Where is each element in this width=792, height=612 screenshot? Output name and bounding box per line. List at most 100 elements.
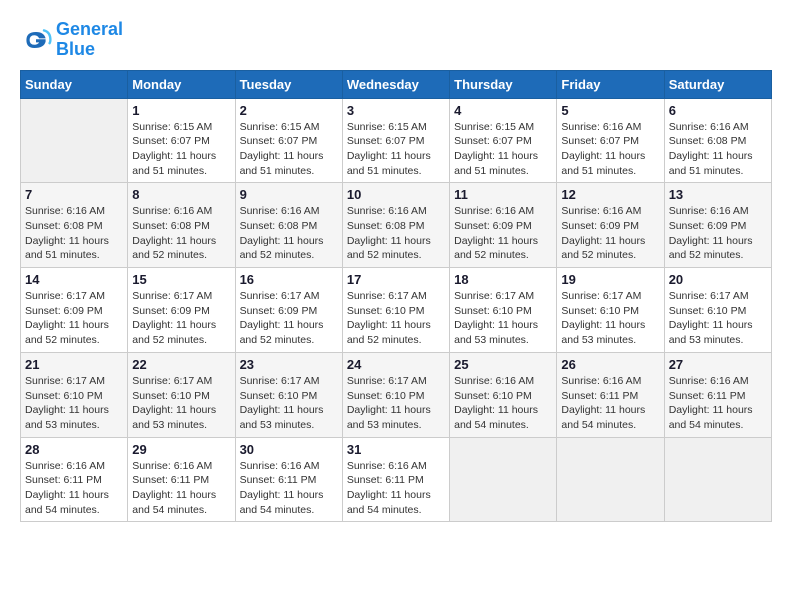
- calendar-cell: 4 Sunrise: 6:15 AM Sunset: 6:07 PM Daylig…: [450, 98, 557, 183]
- day-number: 23: [240, 357, 338, 372]
- logo: General Blue: [20, 20, 123, 60]
- logo-icon: [20, 24, 52, 56]
- day-info: Sunrise: 6:15 AM Sunset: 6:07 PM Dayligh…: [240, 120, 338, 179]
- calendar-cell: [557, 437, 664, 522]
- day-info: Sunrise: 6:16 AM Sunset: 6:08 PM Dayligh…: [347, 204, 445, 263]
- calendar-cell: 12Sunrise: 6:16 AM Sunset: 6:09 PM Dayli…: [557, 183, 664, 268]
- day-number: 7: [25, 187, 123, 202]
- calendar-cell: 17 Sunrise: 6:17 AM Sunset: 6:10 PM Dayli…: [342, 268, 449, 353]
- calendar-cell: 25 Sunrise: 6:16 AM Sunset: 6:10 PM Dayli…: [450, 352, 557, 437]
- day-number: 10: [347, 187, 445, 202]
- day-number: 13: [669, 187, 767, 202]
- day-header-sunday: Sunday: [21, 70, 128, 98]
- day-info: Sunrise: 6:16 AM Sunset: 6:09 PM Dayligh…: [669, 204, 767, 263]
- day-info: Sunrise: 6:17 AM Sunset: 6:10 PM Dayligh…: [240, 374, 338, 433]
- day-number: 1: [132, 103, 230, 118]
- calendar-cell: 18Sunrise: 6:17 AM Sunset: 6:10 PM Dayli…: [450, 268, 557, 353]
- calendar-cell: 26 Sunrise: 6:16 AM Sunset: 6:11 PM Dayli…: [557, 352, 664, 437]
- day-info: Sunrise: 6:16 AM Sunset: 6:11 PM Dayligh…: [561, 374, 659, 433]
- day-number: 28: [25, 442, 123, 457]
- calendar-cell: 14 Sunrise: 6:17 AM Sunset: 6:09 PM Dayli…: [21, 268, 128, 353]
- day-number: 17: [347, 272, 445, 287]
- calendar-cell: 1 Sunrise: 6:15 AM Sunset: 6:07 PM Daylig…: [128, 98, 235, 183]
- day-info: Sunrise: 6:16 AM Sunset: 6:08 PM Dayligh…: [669, 120, 767, 179]
- calendar-cell: 16 Sunrise: 6:17 AM Sunset: 6:09 PM Dayli…: [235, 268, 342, 353]
- day-number: 2: [240, 103, 338, 118]
- day-info: Sunrise: 6:17 AM Sunset: 6:09 PM Dayligh…: [240, 289, 338, 348]
- day-number: 12: [561, 187, 659, 202]
- day-info: Sunrise: 6:15 AM Sunset: 6:07 PM Dayligh…: [454, 120, 552, 179]
- day-number: 8: [132, 187, 230, 202]
- day-number: 19: [561, 272, 659, 287]
- calendar-body: 1 Sunrise: 6:15 AM Sunset: 6:07 PM Daylig…: [21, 98, 772, 522]
- day-info: Sunrise: 6:16 AM Sunset: 6:11 PM Dayligh…: [669, 374, 767, 433]
- calendar-cell: [664, 437, 771, 522]
- calendar-cell: 29Sunrise: 6:16 AM Sunset: 6:11 PM Dayli…: [128, 437, 235, 522]
- day-header-monday: Monday: [128, 70, 235, 98]
- day-number: 4: [454, 103, 552, 118]
- day-info: Sunrise: 6:17 AM Sunset: 6:10 PM Dayligh…: [347, 289, 445, 348]
- calendar-header: SundayMondayTuesdayWednesdayThursdayFrid…: [21, 70, 772, 98]
- day-number: 30: [240, 442, 338, 457]
- day-number: 11: [454, 187, 552, 202]
- day-info: Sunrise: 6:16 AM Sunset: 6:11 PM Dayligh…: [25, 459, 123, 518]
- calendar-cell: 2 Sunrise: 6:15 AM Sunset: 6:07 PM Daylig…: [235, 98, 342, 183]
- day-info: Sunrise: 6:17 AM Sunset: 6:10 PM Dayligh…: [454, 289, 552, 348]
- day-number: 25: [454, 357, 552, 372]
- day-info: Sunrise: 6:17 AM Sunset: 6:10 PM Dayligh…: [347, 374, 445, 433]
- page-header: General Blue: [20, 20, 772, 60]
- day-number: 24: [347, 357, 445, 372]
- day-number: 31: [347, 442, 445, 457]
- day-info: Sunrise: 6:16 AM Sunset: 6:11 PM Dayligh…: [132, 459, 230, 518]
- calendar-table: SundayMondayTuesdayWednesdayThursdayFrid…: [20, 70, 772, 523]
- day-number: 15: [132, 272, 230, 287]
- calendar-cell: 11Sunrise: 6:16 AM Sunset: 6:09 PM Dayli…: [450, 183, 557, 268]
- calendar-cell: 15 Sunrise: 6:17 AM Sunset: 6:09 PM Dayli…: [128, 268, 235, 353]
- day-info: Sunrise: 6:16 AM Sunset: 6:08 PM Dayligh…: [240, 204, 338, 263]
- day-number: 26: [561, 357, 659, 372]
- calendar-cell: 21 Sunrise: 6:17 AM Sunset: 6:10 PM Dayli…: [21, 352, 128, 437]
- day-header-tuesday: Tuesday: [235, 70, 342, 98]
- calendar-cell: 13 Sunrise: 6:16 AM Sunset: 6:09 PM Dayli…: [664, 183, 771, 268]
- calendar-cell: 30 Sunrise: 6:16 AM Sunset: 6:11 PM Dayli…: [235, 437, 342, 522]
- calendar-cell: [21, 98, 128, 183]
- day-number: 21: [25, 357, 123, 372]
- calendar-cell: 7 Sunrise: 6:16 AM Sunset: 6:08 PM Daylig…: [21, 183, 128, 268]
- calendar-cell: 10 Sunrise: 6:16 AM Sunset: 6:08 PM Dayli…: [342, 183, 449, 268]
- day-info: Sunrise: 6:17 AM Sunset: 6:09 PM Dayligh…: [25, 289, 123, 348]
- calendar-cell: 8 Sunrise: 6:16 AM Sunset: 6:08 PM Daylig…: [128, 183, 235, 268]
- day-info: Sunrise: 6:16 AM Sunset: 6:10 PM Dayligh…: [454, 374, 552, 433]
- day-info: Sunrise: 6:15 AM Sunset: 6:07 PM Dayligh…: [132, 120, 230, 179]
- calendar-cell: 6 Sunrise: 6:16 AM Sunset: 6:08 PM Daylig…: [664, 98, 771, 183]
- day-info: Sunrise: 6:16 AM Sunset: 6:11 PM Dayligh…: [240, 459, 338, 518]
- day-number: 27: [669, 357, 767, 372]
- day-number: 9: [240, 187, 338, 202]
- day-number: 5: [561, 103, 659, 118]
- day-info: Sunrise: 6:15 AM Sunset: 6:07 PM Dayligh…: [347, 120, 445, 179]
- day-number: 3: [347, 103, 445, 118]
- day-info: Sunrise: 6:17 AM Sunset: 6:10 PM Dayligh…: [25, 374, 123, 433]
- calendar-cell: 31 Sunrise: 6:16 AM Sunset: 6:11 PM Dayli…: [342, 437, 449, 522]
- day-number: 16: [240, 272, 338, 287]
- day-number: 20: [669, 272, 767, 287]
- day-info: Sunrise: 6:17 AM Sunset: 6:09 PM Dayligh…: [132, 289, 230, 348]
- calendar-cell: 27 Sunrise: 6:16 AM Sunset: 6:11 PM Dayli…: [664, 352, 771, 437]
- day-number: 14: [25, 272, 123, 287]
- calendar-cell: 24 Sunrise: 6:17 AM Sunset: 6:10 PM Dayli…: [342, 352, 449, 437]
- day-info: Sunrise: 6:16 AM Sunset: 6:11 PM Dayligh…: [347, 459, 445, 518]
- day-number: 6: [669, 103, 767, 118]
- day-header-friday: Friday: [557, 70, 664, 98]
- day-info: Sunrise: 6:16 AM Sunset: 6:08 PM Dayligh…: [132, 204, 230, 263]
- day-info: Sunrise: 6:17 AM Sunset: 6:10 PM Dayligh…: [561, 289, 659, 348]
- calendar-cell: [450, 437, 557, 522]
- calendar-cell: 5Sunrise: 6:16 AM Sunset: 6:07 PM Daylig…: [557, 98, 664, 183]
- day-header-saturday: Saturday: [664, 70, 771, 98]
- day-header-thursday: Thursday: [450, 70, 557, 98]
- calendar-cell: 22Sunrise: 6:17 AM Sunset: 6:10 PM Dayli…: [128, 352, 235, 437]
- calendar-cell: 19 Sunrise: 6:17 AM Sunset: 6:10 PM Dayli…: [557, 268, 664, 353]
- calendar-cell: 3 Sunrise: 6:15 AM Sunset: 6:07 PM Daylig…: [342, 98, 449, 183]
- day-info: Sunrise: 6:17 AM Sunset: 6:10 PM Dayligh…: [669, 289, 767, 348]
- logo-text: General Blue: [56, 20, 123, 60]
- calendar-cell: 23 Sunrise: 6:17 AM Sunset: 6:10 PM Dayli…: [235, 352, 342, 437]
- day-info: Sunrise: 6:16 AM Sunset: 6:08 PM Dayligh…: [25, 204, 123, 263]
